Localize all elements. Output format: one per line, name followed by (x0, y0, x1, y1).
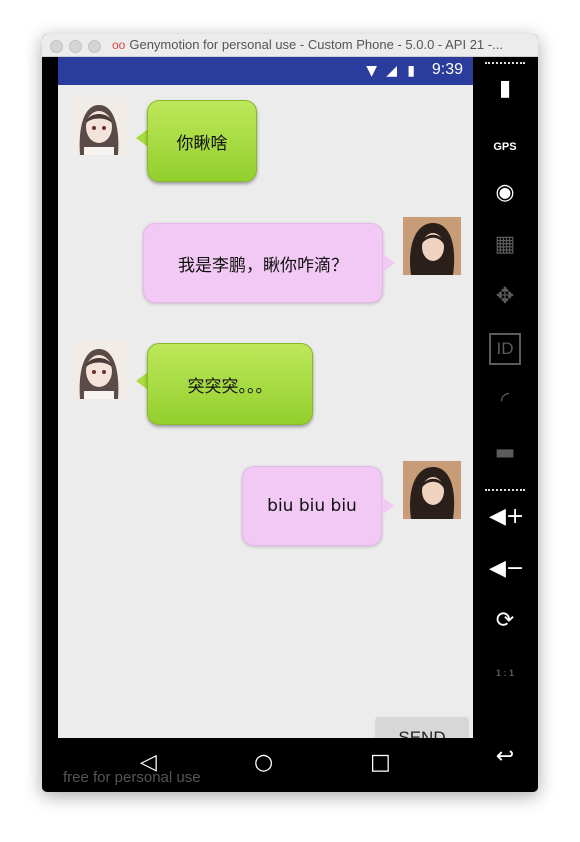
phone-screen: ▼ ◢ ▮ 9:39 你瞅啥 我是李鹏，瞅你咋滴？ 突突突。。。 biu biu… (58, 57, 473, 792)
ratio-label: 1 : 1 (495, 668, 514, 678)
wifi-icon: ▼ (366, 63, 377, 79)
recents-nav-icon[interactable]: □ (370, 750, 391, 775)
chat-area[interactable]: 你瞅啥 我是李鹏，瞅你咋滴？ 突突突。。。 biu biu biu (58, 85, 473, 761)
avatar-left (70, 97, 128, 155)
message-bubble-incoming[interactable]: 你瞅啥 (147, 100, 257, 182)
emulator-window: oo Genymotion for personal use - Custom P… (42, 34, 538, 792)
gps-icon[interactable]: GPS (489, 127, 521, 159)
bubble-tail (383, 254, 395, 272)
close-window-button[interactable] (50, 40, 63, 53)
network-icon[interactable]: ◜ (489, 385, 521, 417)
woman-photo-icon (403, 461, 461, 519)
window-title: Genymotion for personal use - Custom Pho… (129, 37, 503, 52)
window-titlebar: oo Genymotion for personal use - Custom P… (42, 34, 538, 57)
emulator-side-panel: ▮ GPS ◉ ▦ ✥ ID ◜ ▬ ◀+ ◀− ⟳ 1 : 1 ↩ (473, 57, 538, 792)
signal-icon: ◢ (386, 63, 397, 79)
id-label: ID (496, 339, 514, 358)
window-title-wrap: oo Genymotion for personal use - Custom P… (112, 37, 503, 52)
volume-up-icon[interactable]: ◀+ (489, 501, 524, 533)
avatar-left (70, 341, 128, 399)
volume-down-icon[interactable]: ◀− (489, 553, 524, 585)
screencast-icon[interactable]: ▦ (489, 229, 521, 261)
navigation-bar: ◁ ○ □ free for personal use (58, 738, 473, 792)
status-time: 9:39 (431, 61, 463, 78)
pixel-perfect-icon[interactable]: 1 : 1 (489, 657, 521, 689)
message-bubble-outgoing[interactable]: 我是李鹏，瞅你咋滴？ (143, 223, 383, 303)
dpad-icon[interactable]: ✥ (489, 281, 521, 313)
panel-separator (485, 489, 525, 495)
status-bar: ▼ ◢ ▮ 9:39 (58, 57, 473, 85)
message-text: 突突突。。。 (187, 376, 273, 397)
rotate-icon[interactable]: ⟳ (489, 605, 521, 637)
message-text: biu biu biu (267, 496, 357, 516)
genymotion-logo-icon: oo (112, 38, 126, 52)
home-nav-icon[interactable]: ○ (254, 750, 273, 775)
message-text: 我是李鹏，瞅你咋滴？ (178, 255, 348, 276)
message-bubble-outgoing[interactable]: biu biu biu (242, 466, 382, 546)
girl-illustration-icon (70, 97, 128, 155)
back-icon[interactable]: ↩ (489, 741, 521, 773)
gps-label: GPS (493, 141, 517, 153)
bubble-tail (382, 497, 394, 515)
avatar-right (403, 461, 461, 519)
battery-charging-icon: ▮ (407, 63, 415, 79)
minimize-window-button[interactable] (69, 40, 82, 53)
zoom-window-button[interactable] (88, 40, 101, 53)
girl-illustration-icon (70, 341, 128, 399)
sms-icon[interactable]: ▬ (489, 437, 521, 469)
avatar-right (403, 217, 461, 275)
message-text: 你瞅啥 (176, 133, 228, 154)
webcam-icon[interactable]: ◉ (489, 177, 521, 209)
watermark-text: free for personal use (63, 769, 201, 786)
battery-icon[interactable]: ▮ (489, 73, 521, 105)
device-id-icon[interactable]: ID (489, 333, 521, 365)
message-bubble-incoming[interactable]: 突突突。。。 (147, 343, 313, 425)
woman-photo-icon (403, 217, 461, 275)
panel-drag-handle[interactable] (485, 62, 525, 68)
